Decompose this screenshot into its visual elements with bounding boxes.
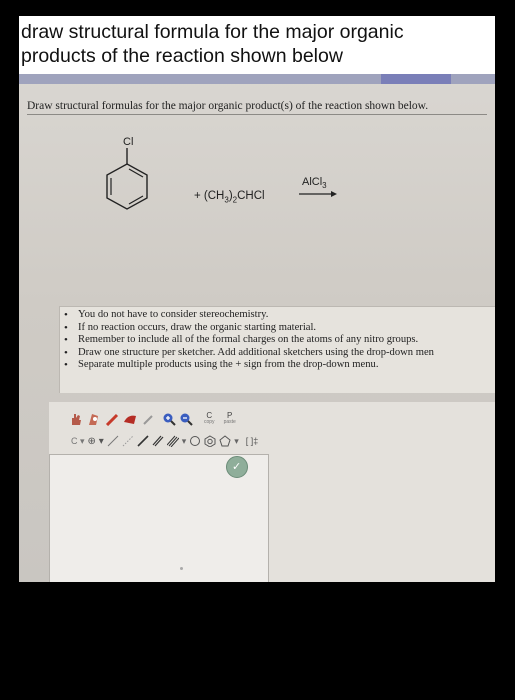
benzene-icon[interactable] [204,435,216,447]
hand-icon[interactable] [69,412,83,426]
paste-label: P [227,411,233,420]
paste-button[interactable]: P paste [224,412,236,426]
bullet-item: Remember to include all of the formal ch… [64,334,495,347]
question-line-1: draw structural formula for the major or… [21,21,404,43]
reagent-isopropyl-chloride: + (CH3)2CHCl [194,190,265,205]
check-icon: ✓ [232,461,242,473]
fragment-icon[interactable] [122,412,138,426]
canvas-dot [180,567,183,570]
instructions-box: You do not have to consider stereochemis… [59,306,495,393]
charge-dropdown[interactable]: ⊕ ▾ [88,436,104,447]
assignment-photo: Draw structural formulas for the major o… [19,74,495,582]
cyclopropane-icon[interactable] [189,435,201,447]
bracket-tool[interactable]: [ ]‡ [246,436,259,446]
pentagon-icon[interactable] [219,435,231,447]
dashed-bond-icon[interactable] [122,435,134,447]
zoom-in-icon[interactable] [162,412,176,426]
reaction-scheme: Cl [106,136,337,210]
question-line-2: products of the reaction shown below [21,45,343,67]
bullet-item: Separate multiple products using the + s… [64,359,495,372]
sketcher-toolbar-row-1: C copy P paste [69,410,239,428]
lasso-icon[interactable] [86,411,102,427]
chloro-label: Cl [123,136,133,148]
atom-c-dropdown[interactable]: C ▾ [71,436,85,447]
ring-double-bond-2 [128,195,144,205]
copy-button[interactable]: C copy [204,412,215,426]
ring-dropdown[interactable]: ▾ [234,436,239,447]
submit-check-button[interactable]: ✓ [226,456,248,478]
eraser-icon[interactable] [105,412,119,426]
bullet-item: You do not have to consider stereochemis… [64,309,495,322]
copy-label: C [206,411,213,420]
triple-bond-icon[interactable] [166,435,179,447]
bond-dropdown[interactable]: ▾ [182,436,187,447]
zoom-out-icon[interactable] [179,412,193,426]
question-header: draw structural formula for the major or… [19,16,495,74]
screenshot-frame: draw structural formula for the major or… [19,16,495,582]
sketcher: C copy P paste C ▾ ⊕ ▾ ▾ ▾ []‡ ✓ [49,402,495,582]
paste-sub: paste [223,419,236,425]
catalyst-label: AlCl3 [302,176,327,191]
single-bond-icon[interactable] [107,435,119,447]
bullet-item: Draw one structure per sketcher. Add add… [64,347,495,360]
bullet-item: If no reaction occurs, draw the organic … [64,322,495,335]
reaction-arrow-head [331,191,337,197]
bold-bond-icon[interactable] [137,435,149,447]
double-bond-icon[interactable] [152,435,164,447]
benzene-ring [106,163,148,210]
ring-double-bond-3 [128,168,144,178]
copy-sub: copy [204,419,215,425]
sketcher-toolbar-row-2: C ▾ ⊕ ▾ ▾ ▾ []‡ [71,432,261,450]
rotate-icon[interactable] [141,412,155,426]
